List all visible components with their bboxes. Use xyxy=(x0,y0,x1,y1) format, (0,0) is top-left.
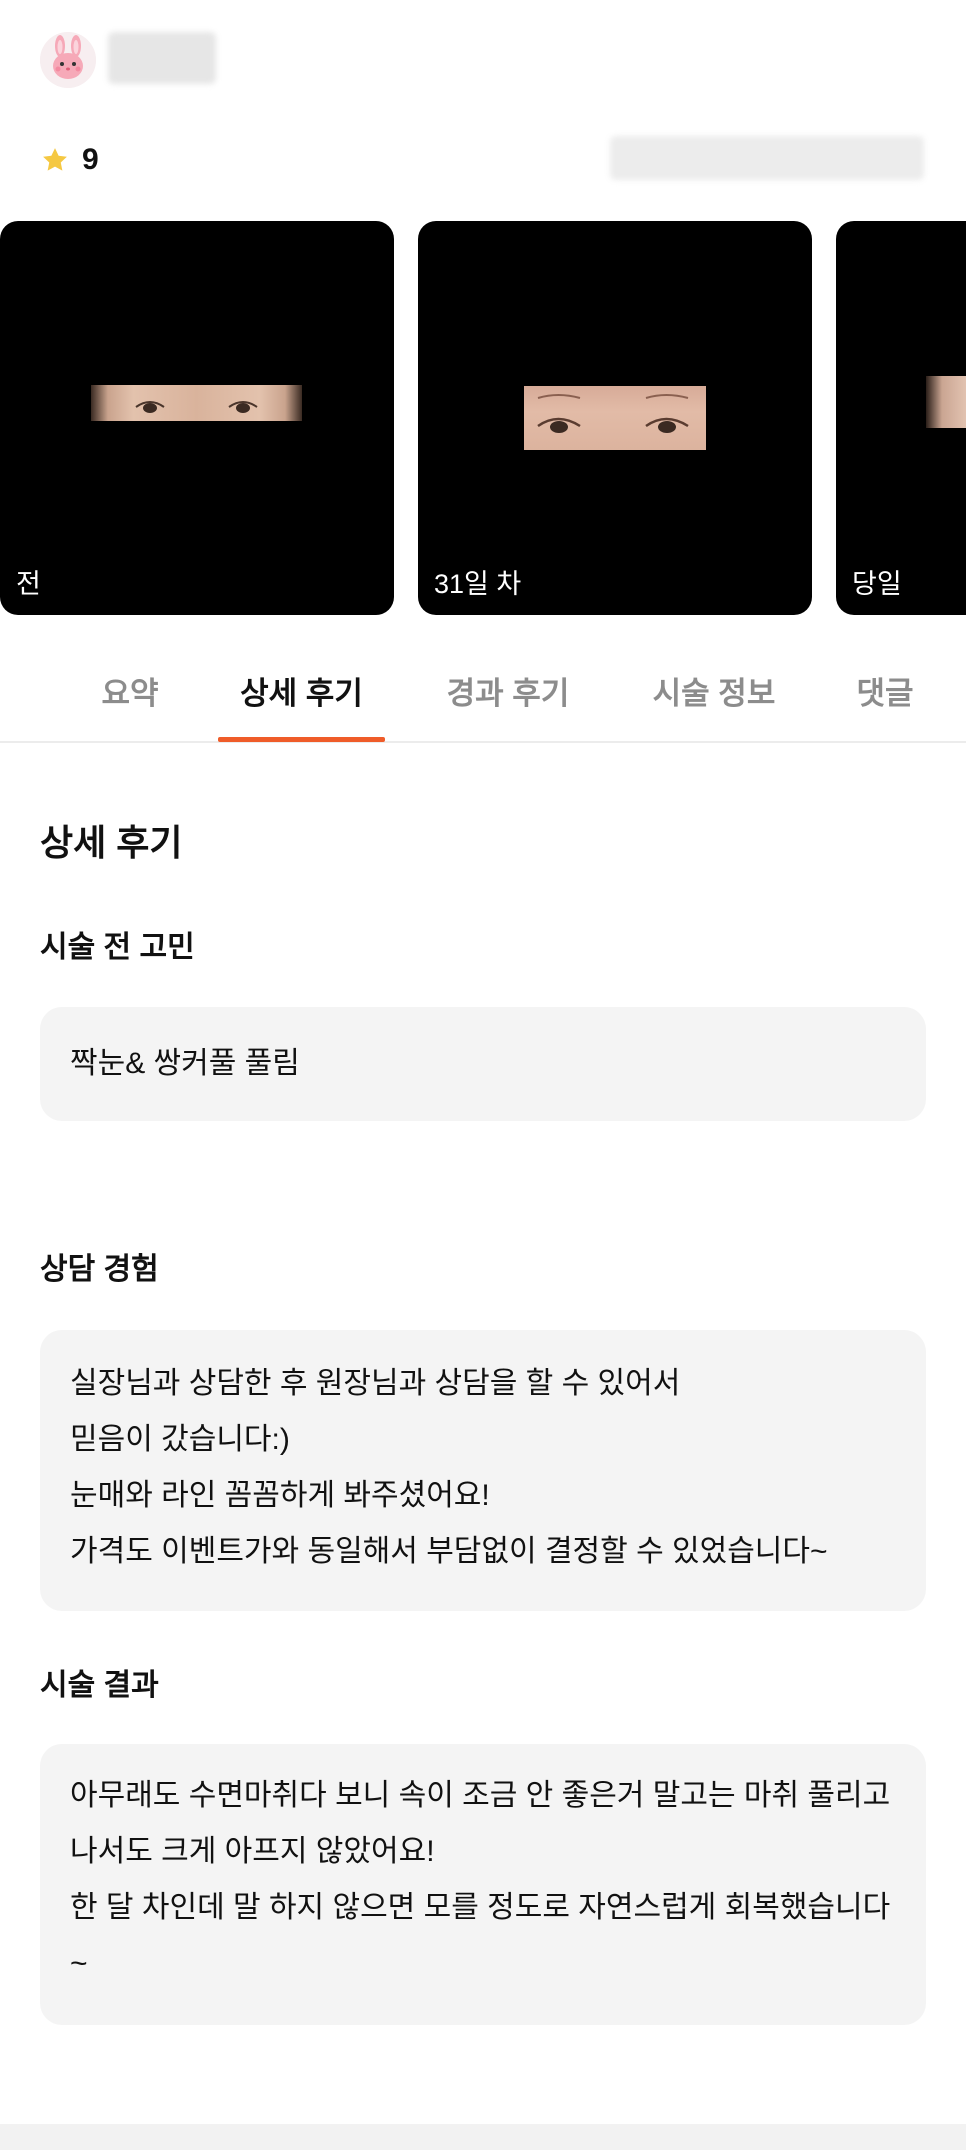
tab-progress-review[interactable]: 경과 후기 xyxy=(420,669,596,719)
photo-caption: 전 xyxy=(16,569,41,599)
page-title: 상세 후기 xyxy=(40,822,183,863)
username-redacted xyxy=(108,32,216,84)
tab-comments[interactable]: 댓글 xyxy=(830,669,940,719)
consultation-text-box: 실장님과 상담한 후 원장님과 상담을 할 수 있어서 믿음이 갔습니다:) 눈… xyxy=(40,1330,926,1611)
meta-redacted xyxy=(610,136,924,180)
star-icon xyxy=(43,148,67,171)
photo-card-same-day[interactable]: 당일 xyxy=(836,221,966,615)
photo-gallery[interactable]: 전 31일 차 당일 xyxy=(0,221,966,615)
result-text-box: 아무래도 수면마취다 보니 속이 조금 안 좋은거 말고는 마취 풀리고 나서도… xyxy=(40,1744,926,2025)
review-tabs: 요약 상세 후기 경과 후기 시술 정보 댓글 xyxy=(0,655,966,743)
text-line: 눈매와 라인 꼼꼼하게 봐주셨어요! xyxy=(70,1479,490,1512)
photo-caption: 당일 xyxy=(852,569,902,599)
section-heading-result: 시술 결과 xyxy=(40,1669,159,1702)
active-tab-indicator xyxy=(218,737,385,742)
text-line: 가격도 이벤트가와 동일해서 부담없이 결정할 수 있었습니다~ xyxy=(70,1535,828,1568)
eye-photo xyxy=(91,385,302,421)
rating-value: 9 xyxy=(82,143,99,176)
section-heading-consultation: 상담 경험 xyxy=(40,1253,159,1286)
text-line: 실장님과 상담한 후 원장님과 상담을 할 수 있어서 xyxy=(70,1367,681,1400)
photo-card-before[interactable]: 전 xyxy=(0,221,394,615)
photo-caption: 31일 차 xyxy=(434,569,522,599)
tab-detail-review[interactable]: 상세 후기 xyxy=(218,669,385,719)
concern-text-box: 짝눈& 쌍커풀 풀림 xyxy=(40,1007,926,1121)
photo-card-day-31[interactable]: 31일 차 xyxy=(418,221,812,615)
eye-photo xyxy=(926,376,966,428)
review-header: 9 xyxy=(0,0,966,210)
text-line: ~ xyxy=(70,1947,88,1980)
rabbit-avatar-icon[interactable] xyxy=(40,32,96,88)
text-line: 아무래도 수면마취다 보니 속이 조금 안 좋은거 말고는 마취 풀리고 xyxy=(70,1779,891,1812)
text-line: 믿음이 갔습니다:) xyxy=(70,1423,290,1456)
text-line: 짝눈& 쌍커풀 풀림 xyxy=(70,1047,300,1080)
tab-procedure-info[interactable]: 시술 정보 xyxy=(626,669,802,719)
section-heading-concern: 시술 전 고민 xyxy=(40,931,195,964)
text-line: 나서도 크게 아프지 않았어요! xyxy=(70,1835,435,1868)
text-line: 한 달 차인데 말 하지 않으면 모를 정도로 자연스럽게 회복했습니다 xyxy=(70,1891,891,1924)
section-divider xyxy=(0,2124,966,2150)
eye-photo xyxy=(524,386,706,450)
tab-summary[interactable]: 요약 xyxy=(60,669,200,719)
rating: 9 xyxy=(40,140,99,180)
